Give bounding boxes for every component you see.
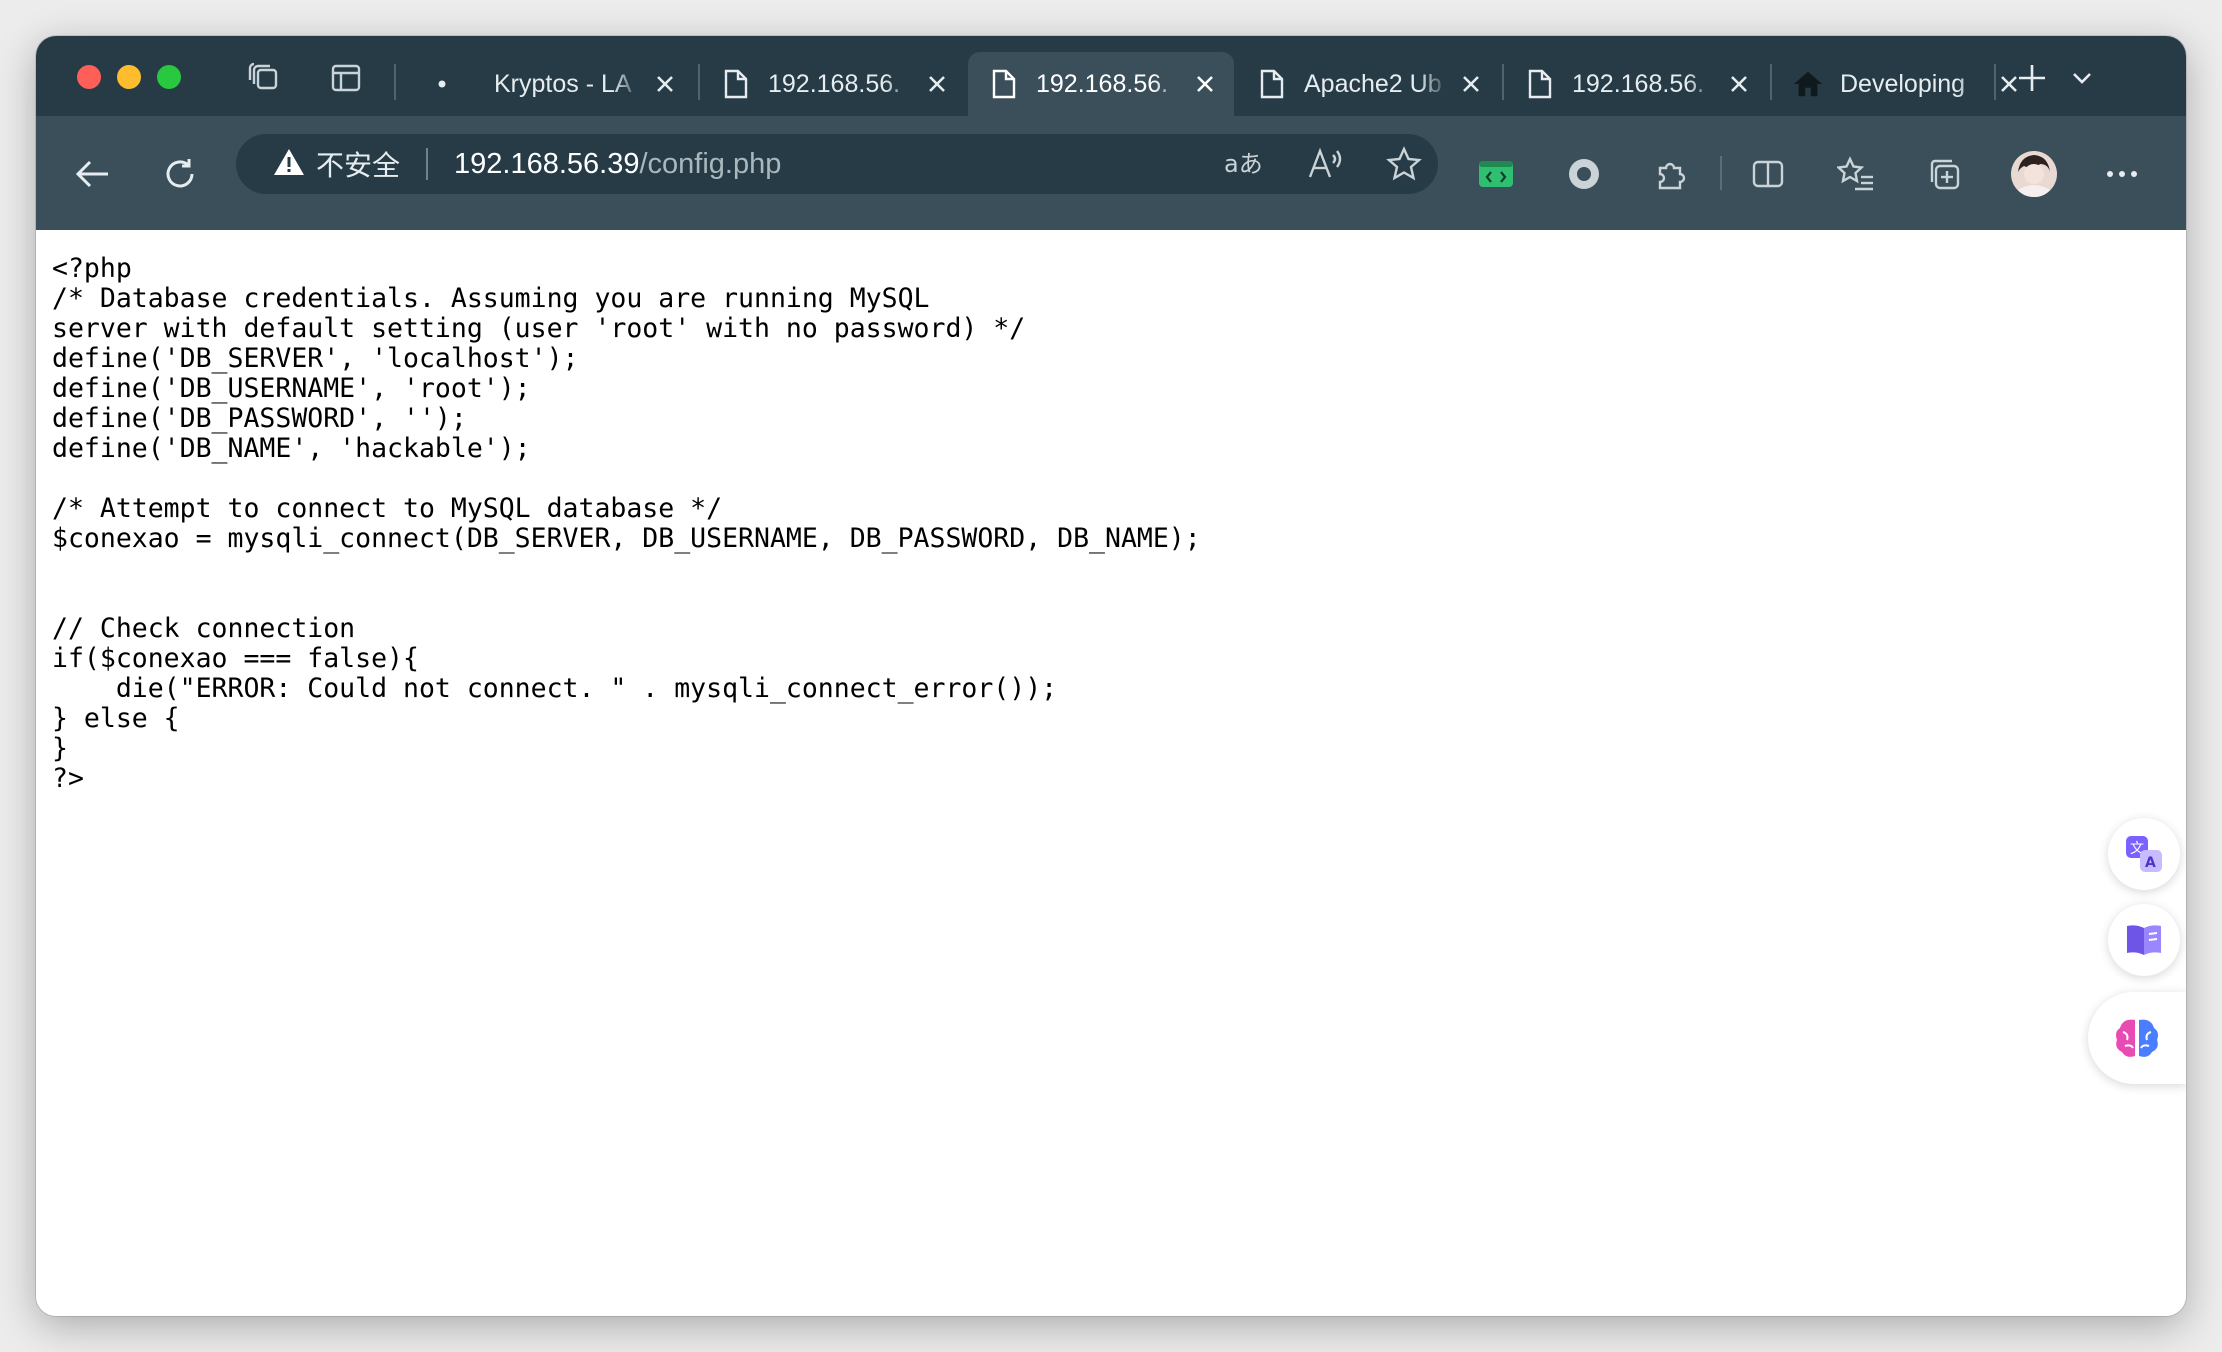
tab-actions-chevron-down-icon[interactable] [2062, 58, 2102, 98]
document-icon [720, 68, 752, 100]
browser-window: Kryptos - LA 192.168.56. 192.168.56. Apa… [36, 36, 2186, 1316]
url-field[interactable]: 192.168.56.39/config.php [454, 146, 781, 182]
extensions-puzzle-icon[interactable] [1646, 148, 1698, 200]
close-icon[interactable] [650, 69, 680, 99]
php-source-text: <?php /* Database credentials. Assuming … [52, 253, 1201, 794]
extension-circle-icon[interactable] [1558, 148, 1610, 200]
home-icon [1792, 68, 1824, 100]
close-icon[interactable] [1724, 69, 1754, 99]
minimize-window-button[interactable] [117, 65, 141, 89]
translate-icon[interactable]: aあ [1222, 142, 1266, 186]
svg-text:aあ: aあ [1224, 150, 1263, 178]
tab-developing[interactable]: Developing [1772, 52, 2038, 116]
vertical-tabs-icon[interactable] [326, 58, 366, 98]
close-icon[interactable] [922, 69, 952, 99]
tab-title: 192.168.56. [1572, 69, 1705, 98]
warning-icon [272, 147, 306, 182]
tab-title: Apache2 Ub [1304, 69, 1442, 98]
new-tab-plus-icon[interactable] [2012, 58, 2052, 98]
tab-kryptos[interactable]: Kryptos - LA [406, 52, 694, 116]
tab-title: Developing [1840, 69, 1966, 98]
close-window-button[interactable] [77, 65, 101, 89]
document-icon [1524, 68, 1556, 100]
tab-strip: Kryptos - LA 192.168.56. 192.168.56. Apa… [36, 36, 2186, 116]
tab-ip-3[interactable]: 192.168.56. [1504, 52, 1768, 116]
tab-title: 192.168.56. [1036, 69, 1169, 98]
tab-title: Kryptos - LA [494, 69, 632, 98]
split-screen-icon[interactable] [1742, 148, 1794, 200]
tab-ip-1[interactable]: 192.168.56. [700, 52, 966, 116]
translate-sidebar-icon[interactable]: 文 A [2108, 818, 2180, 890]
url-host: 192.168.56.39 [454, 148, 640, 180]
tab-title: 192.168.56. [768, 69, 901, 98]
document-icon [1256, 68, 1288, 100]
svg-text:A: A [2145, 855, 2156, 871]
profile-avatar[interactable] [2008, 148, 2060, 200]
maximize-window-button[interactable] [157, 65, 181, 89]
workspaces-icon[interactable] [244, 58, 284, 98]
collections-icon[interactable] [1918, 148, 1970, 200]
refresh-icon[interactable] [154, 148, 206, 200]
tab-apache[interactable]: Apache2 Ub [1236, 52, 1500, 116]
navigation-toolbar: 不安全 192.168.56.39/config.php aあ [36, 116, 2186, 230]
document-icon [988, 68, 1020, 100]
read-aloud-icon[interactable] [1304, 142, 1348, 186]
security-label: 不安全 [316, 150, 401, 181]
close-icon[interactable] [1190, 69, 1220, 99]
tab-ip-2-active[interactable]: 192.168.56. [968, 52, 1234, 116]
ai-brain-icon[interactable] [2088, 992, 2186, 1084]
more-options-icon[interactable] [2096, 148, 2148, 200]
reader-book-icon[interactable] [2108, 904, 2180, 976]
dot-icon [426, 68, 458, 100]
favorites-list-icon[interactable] [1830, 148, 1882, 200]
url-path: /config.php [639, 148, 782, 180]
address-bar[interactable]: 不安全 192.168.56.39/config.php aあ [236, 134, 1438, 194]
favorite-star-icon[interactable] [1382, 142, 1426, 186]
developer-tools-icon[interactable] [1470, 148, 1522, 200]
close-icon[interactable] [1456, 69, 1486, 99]
security-warning[interactable]: 不安全 [272, 146, 400, 182]
back-arrow-icon[interactable] [66, 148, 118, 200]
page-content: <?php /* Database credentials. Assuming … [36, 230, 2186, 1316]
